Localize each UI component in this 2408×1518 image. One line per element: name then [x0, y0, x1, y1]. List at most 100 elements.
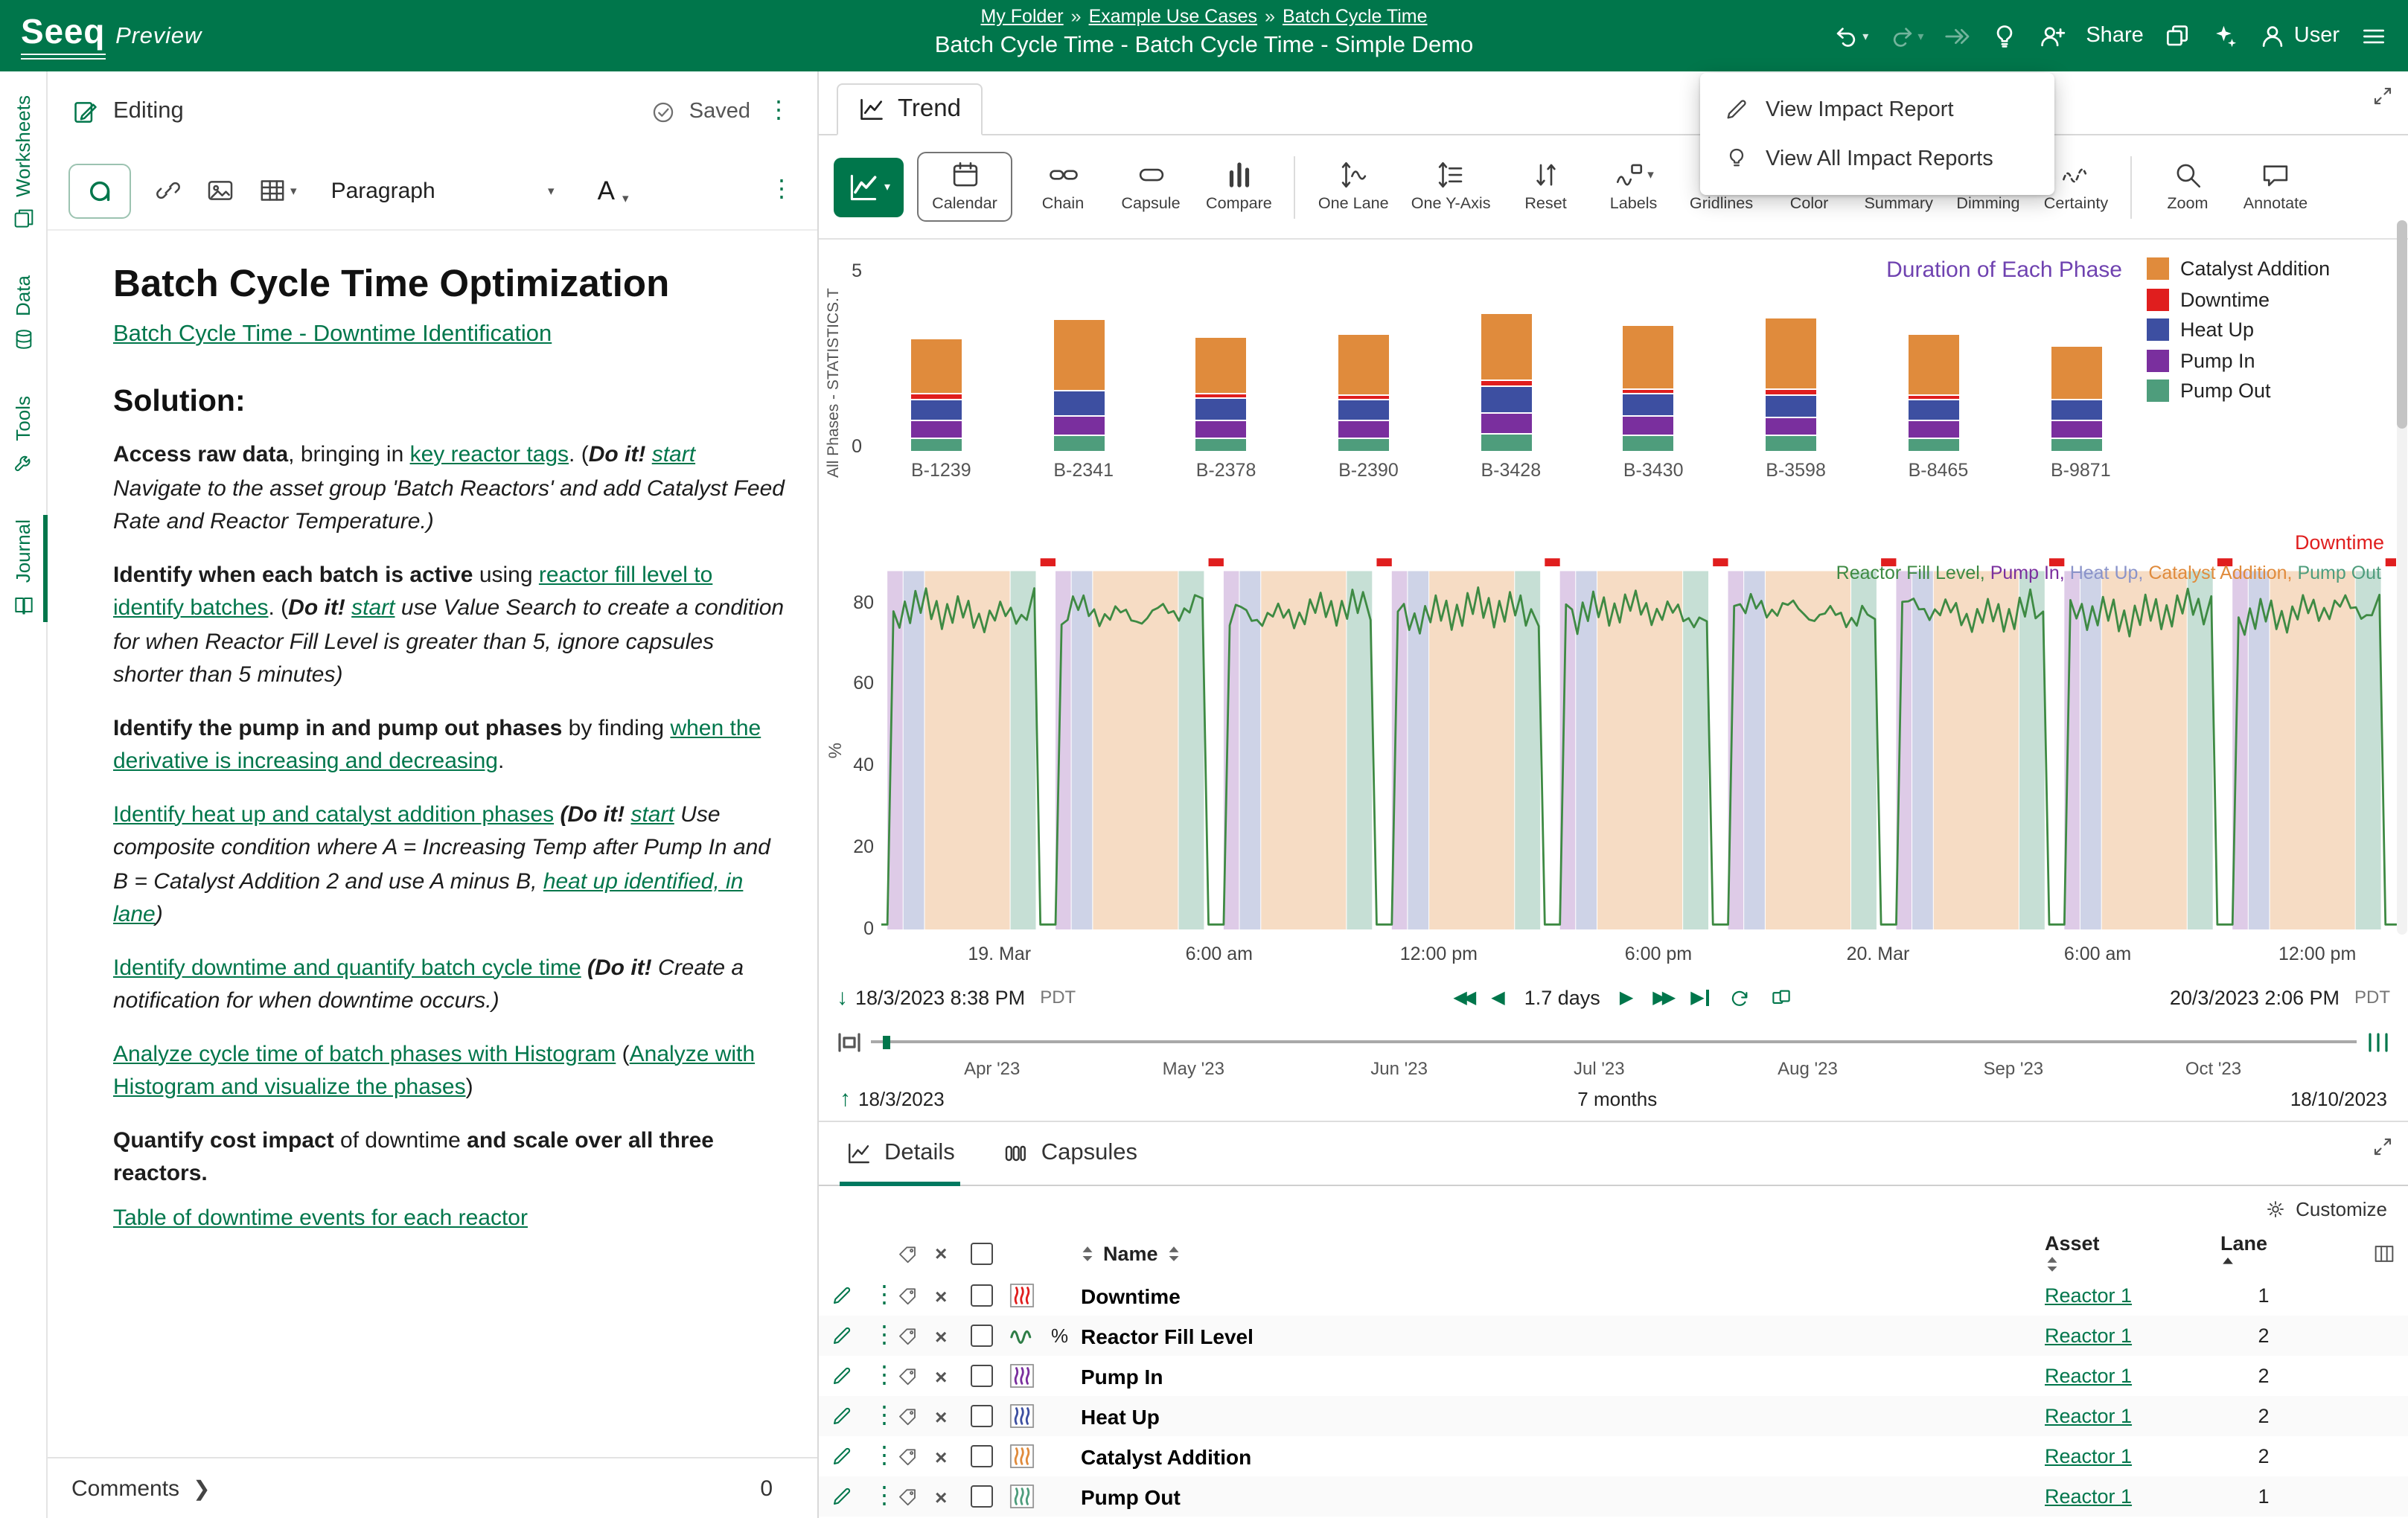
item-asset-link[interactable]: Reactor 1: [2045, 1284, 2132, 1307]
label-tag-icon[interactable]: [896, 1445, 919, 1467]
scrollbar[interactable]: [2396, 220, 2407, 935]
tab-trend[interactable]: Trend: [837, 83, 982, 135]
journal-link[interactable]: key reactor tags: [410, 442, 569, 467]
item-checkbox[interactable]: [971, 1445, 993, 1467]
toolbar-compare[interactable]: Compare: [1201, 157, 1277, 217]
tab-capsules[interactable]: Capsules: [1000, 1122, 1140, 1185]
edit-item-icon[interactable]: [831, 1405, 853, 1427]
rail-item-tools[interactable]: Tools: [11, 396, 35, 475]
overview-right-handle[interactable]: [2365, 1031, 2390, 1053]
header-asset-col[interactable]: Asset: [2045, 1232, 2220, 1274]
journal-link[interactable]: start: [630, 801, 674, 827]
label-tag-icon[interactable]: [896, 1284, 919, 1307]
overview-left-handle[interactable]: [837, 1031, 862, 1053]
step-forward-button[interactable]: ▶: [1620, 987, 1633, 1008]
toolbar-one-lane[interactable]: One Lane: [1314, 157, 1393, 217]
edit-item-icon[interactable]: [831, 1325, 853, 1347]
range-duration[interactable]: 1.7 days: [1524, 986, 1600, 1008]
menu-item-view-impact-report[interactable]: View Impact Report: [1700, 85, 2054, 134]
toolbar-reset[interactable]: Reset: [1509, 157, 1583, 217]
toolbar-labels[interactable]: ▾Labels: [1597, 157, 1671, 217]
label-tag-icon[interactable]: [896, 1405, 919, 1427]
item-asset-link[interactable]: Reactor 1: [2045, 1485, 2132, 1508]
edit-item-button[interactable]: [831, 1284, 869, 1307]
item-menu-button[interactable]: ⋮: [869, 1403, 899, 1428]
item-label-button[interactable]: [896, 1365, 935, 1387]
range-start-value[interactable]: 18/3/2023 8:38 PM: [855, 986, 1025, 1008]
sort-icon[interactable]: [2045, 1255, 2058, 1274]
edit-item-icon[interactable]: [831, 1485, 853, 1508]
scrollbar-thumb[interactable]: [2396, 220, 2407, 429]
redo-button[interactable]: ▾: [1888, 22, 1923, 50]
item-checkbox[interactable]: [971, 1485, 993, 1508]
item-asset-link[interactable]: Reactor 1: [2045, 1445, 2132, 1467]
undo-button[interactable]: ▾: [1833, 22, 1868, 50]
remove-item-button[interactable]: ×: [935, 1404, 971, 1428]
overview-duration[interactable]: 7 months: [945, 1088, 2290, 1110]
toolbar-one-y-axis[interactable]: One Y-Axis: [1407, 157, 1495, 217]
toolbar-capsule[interactable]: Capsule: [1114, 157, 1188, 217]
item-menu-button[interactable]: ⋮: [869, 1322, 899, 1348]
user-menu-button[interactable]: User: [2258, 22, 2340, 50]
journal-link[interactable]: Analyze cycle time of batch phases with …: [113, 1041, 616, 1066]
step-to-end-button[interactable]: ▶: [1690, 987, 1708, 1008]
comments-button[interactable]: Comments: [71, 1476, 179, 1501]
remove-item-button[interactable]: ×: [935, 1284, 971, 1307]
header-grid-button[interactable]: [2307, 1240, 2396, 1266]
item-label-button[interactable]: [896, 1325, 935, 1347]
overview-selection[interactable]: [883, 1036, 890, 1049]
remove-item-button[interactable]: ×: [935, 1444, 971, 1468]
hamburger-menu-button[interactable]: [2359, 22, 2387, 50]
sort-icon[interactable]: [1081, 1243, 1094, 1263]
breadcrumb-link[interactable]: My Folder: [981, 6, 1064, 27]
seeq-logo[interactable]: Seeq Preview: [21, 12, 202, 60]
menu-item-view-all-impact-reports[interactable]: View All Impact Reports: [1700, 134, 2054, 183]
insert-image-button[interactable]: [205, 176, 235, 205]
edit-item-icon[interactable]: [831, 1284, 853, 1307]
range-end-value[interactable]: 20/3/2023 2:06 PM: [2170, 986, 2340, 1008]
refresh-button[interactable]: [1728, 986, 1751, 1008]
step-forward-fast-button[interactable]: ▶▶: [1652, 987, 1671, 1008]
select-all-checkbox[interactable]: [971, 1242, 993, 1264]
customize-button[interactable]: Customize: [819, 1186, 2408, 1231]
share-button[interactable]: Share: [2086, 24, 2143, 48]
label-tag-icon[interactable]: [896, 1365, 919, 1387]
duplicate-worksheet-button[interactable]: [2163, 22, 2191, 50]
journal-link[interactable]: start: [652, 442, 695, 467]
text-color-button[interactable]: A ▾: [598, 175, 629, 206]
journal-link[interactable]: Table of downtime events for each reacto…: [113, 1205, 528, 1230]
expand-details-button[interactable]: [2371, 1136, 2393, 1158]
overview-track[interactable]: [871, 1040, 2356, 1043]
name-column-header[interactable]: Name: [1103, 1242, 1158, 1264]
add-collaborator-button[interactable]: [2038, 22, 2066, 50]
item-name[interactable]: Pump In: [1081, 1364, 1163, 1388]
overview-end-date[interactable]: 18/10/2023: [2290, 1088, 2387, 1110]
item-label-button[interactable]: [896, 1485, 935, 1508]
toolbar-calendar[interactable]: Calendar: [917, 153, 1012, 222]
item-label-button[interactable]: [896, 1445, 935, 1467]
remove-item-button[interactable]: ×: [935, 1324, 971, 1348]
trend-type-dropdown-button[interactable]: ▾: [834, 157, 904, 217]
expand-trend-button[interactable]: [2371, 85, 2393, 107]
label-tag-icon[interactable]: [896, 1325, 919, 1347]
item-checkbox[interactable]: [971, 1284, 993, 1307]
insert-link-button[interactable]: [153, 176, 183, 205]
document-subtitle-link[interactable]: Batch Cycle Time - Downtime Identificati…: [113, 321, 552, 347]
insert-seeq-content-button[interactable]: [68, 163, 131, 218]
fast-forward-button[interactable]: [1943, 22, 1971, 50]
asset-column-header[interactable]: Asset: [2045, 1232, 2100, 1255]
item-asset-link[interactable]: Reactor 1: [2045, 1405, 2132, 1427]
item-label-button[interactable]: [896, 1284, 935, 1307]
rail-item-journal[interactable]: Journal: [11, 519, 35, 617]
edit-item-button[interactable]: [831, 1405, 869, 1427]
sort-icon[interactable]: [1167, 1243, 1181, 1263]
toolbar-zoom[interactable]: Zoom: [2150, 157, 2225, 217]
remove-item-button[interactable]: ×: [935, 1485, 971, 1508]
item-checkbox[interactable]: [971, 1365, 993, 1387]
label-tag-icon[interactable]: [896, 1242, 919, 1264]
journal-toolbar-more-button[interactable]: ⋮: [767, 179, 796, 202]
item-asset-link[interactable]: Reactor 1: [2045, 1325, 2132, 1347]
rail-item-worksheets[interactable]: Worksheets: [11, 95, 35, 231]
tab-details[interactable]: Details: [843, 1122, 958, 1185]
overview-start-date[interactable]: 18/3/2023: [858, 1088, 945, 1110]
